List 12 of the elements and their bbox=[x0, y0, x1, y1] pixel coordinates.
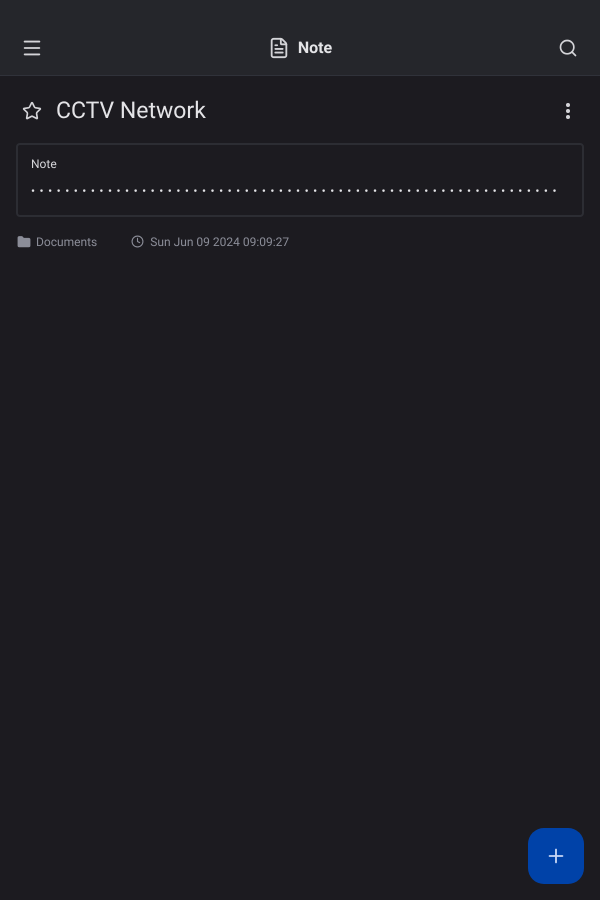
folder-name: Documents bbox=[36, 234, 98, 250]
masked-value: •••••••••••••••••••••••••••••••••••••••••••••••••••••••••••••• bbox=[31, 182, 562, 198]
app-bar-title: Note bbox=[298, 37, 332, 59]
note-title: CCTV Network bbox=[56, 96, 207, 126]
folder-icon bbox=[17, 234, 31, 248]
field-label: Note bbox=[31, 156, 57, 172]
modified-date: Sun Jun 09 2024 09:09:27 bbox=[150, 234, 290, 250]
note-field[interactable]: Note •••••••••••••••••••••••••••••••••••••••••••••••••••••••••••••• bbox=[16, 142, 584, 216]
search-icon bbox=[558, 38, 578, 58]
clock-icon bbox=[131, 235, 144, 248]
more-icon bbox=[566, 103, 570, 120]
star-icon bbox=[22, 101, 42, 122]
